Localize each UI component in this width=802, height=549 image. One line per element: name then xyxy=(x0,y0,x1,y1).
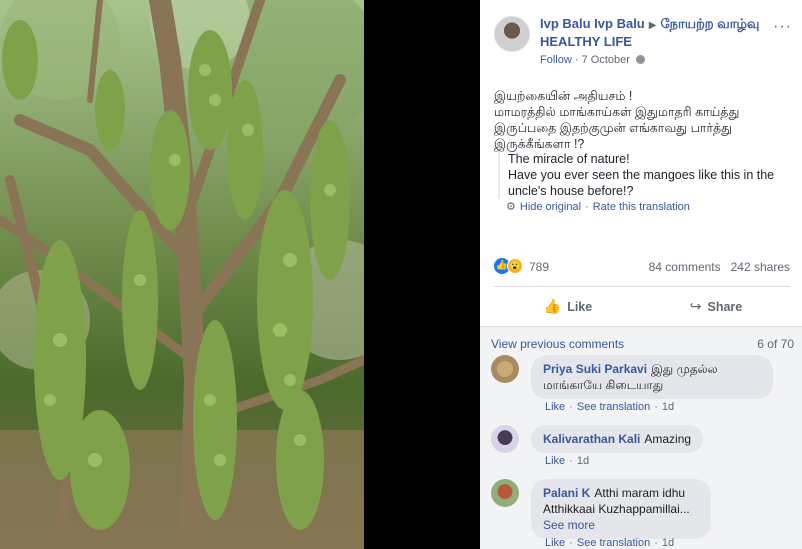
comment-text: Amazing xyxy=(644,432,692,446)
comment-actions: Like · 1d xyxy=(545,455,589,467)
post-translation: The miracle of nature! Have you ever see… xyxy=(498,151,794,199)
comment-bubble: Kalivarathan Kali Amazing xyxy=(531,425,704,453)
hide-original-link[interactable]: Hide original xyxy=(520,201,581,213)
shares-count-link[interactable]: 242 shares xyxy=(731,260,790,274)
separator-dot: · xyxy=(654,537,658,549)
view-previous-comments-link[interactable]: View previous comments xyxy=(491,337,624,351)
post-actions: 👍 Like ↪ Share xyxy=(494,292,790,320)
stats-right: 84 comments 242 shares xyxy=(649,260,790,274)
comments-count-link[interactable]: 84 comments xyxy=(649,260,721,274)
post-text-line: இயற்கையின் அதியசம் ! xyxy=(494,89,633,103)
post-title: Ivp Balu Ivp Balu ▶ நோயற்ற வாழ்வு HEALTHY … xyxy=(540,16,790,50)
author-avatar[interactable] xyxy=(494,16,530,52)
translation-actions: ⚙ Hide original · Rate this translation xyxy=(506,200,690,213)
avatar[interactable] xyxy=(491,425,519,453)
comment-like-link[interactable]: Like xyxy=(545,401,565,413)
post-photo[interactable] xyxy=(0,0,364,549)
globe-icon xyxy=(635,55,645,64)
post-header: Ivp Balu Ivp Balu ▶ நோயற்ற வாழ்வு HEALTHY … xyxy=(494,14,794,70)
gear-icon[interactable]: ⚙ xyxy=(506,201,516,213)
like-button[interactable]: 👍 Like xyxy=(494,292,642,320)
post-meta: Follow · 7 October xyxy=(540,54,645,66)
comment-time[interactable]: 1d xyxy=(662,537,674,549)
post-body: இயற்கையின் அதியசம் ! மாமரத்தில் மாங்காய்… xyxy=(494,88,794,152)
photo-letterbox xyxy=(364,0,480,549)
reaction-count[interactable]: 789 xyxy=(529,260,549,274)
comment-like-link[interactable]: Like xyxy=(545,455,565,467)
comments-section: View previous comments 6 of 70 Priya Suk… xyxy=(480,326,802,549)
comment-actions: Like · See translation · 1d xyxy=(545,537,674,549)
see-more-link[interactable]: See more xyxy=(543,518,595,532)
meta-separator: · xyxy=(574,54,582,66)
separator-dot: · xyxy=(585,201,589,213)
avatar[interactable] xyxy=(491,355,519,383)
caret-right-icon: ▶ xyxy=(648,20,657,31)
separator-dot: · xyxy=(654,401,658,413)
translation-line: Have you ever seen the mangoes like this… xyxy=(508,168,775,198)
commenter-name[interactable]: Palani K xyxy=(543,486,590,500)
post-text-line: மாமரத்தில் மாங்காய்கள் இதுமாதரி காய்த்து… xyxy=(494,105,740,151)
thumbs-up-icon: 👍 xyxy=(543,298,562,314)
share-button-label: Share xyxy=(707,300,743,314)
see-translation-link[interactable]: See translation xyxy=(577,401,650,413)
comment-time[interactable]: 1d xyxy=(577,455,589,467)
comment-like-link[interactable]: Like xyxy=(545,537,565,549)
separator-dot: · xyxy=(569,537,573,549)
avatar[interactable] xyxy=(491,479,519,507)
comments-counter: 6 of 70 xyxy=(757,337,794,351)
commenter-name[interactable]: Kalivarathan Kali xyxy=(543,432,640,446)
comment-time[interactable]: 1d xyxy=(662,401,674,413)
tree-photo-illustration xyxy=(0,0,364,549)
follow-link[interactable]: Follow xyxy=(540,54,572,66)
author-name-link[interactable]: Ivp Balu Ivp Balu xyxy=(540,16,645,31)
divider xyxy=(494,286,790,287)
post-side-panel: Ivp Balu Ivp Balu ▶ நோயற்ற வாழ்வு HEALTHY … xyxy=(480,0,802,549)
translation-line: The miracle of nature! xyxy=(508,152,630,166)
comment-actions: Like · See translation · 1d xyxy=(545,401,674,413)
like-button-label: Like xyxy=(567,300,593,314)
wow-reaction-icon[interactable]: 😮 xyxy=(507,258,523,274)
comment-bubble: Priya Suki Parkavi இது முதல்ல மாங்காயே கி… xyxy=(531,355,773,399)
post-stats: 👍 😮 789 84 comments 242 shares xyxy=(494,258,790,276)
commenter-name[interactable]: Priya Suki Parkavi xyxy=(543,362,647,376)
share-arrow-icon: ↪ xyxy=(689,298,702,314)
see-translation-link[interactable]: See translation xyxy=(577,537,650,549)
comment-bubble: Palani K Atthi maram idhu Atthikkaai Kuzh… xyxy=(531,479,711,539)
separator-dot: · xyxy=(569,401,573,413)
post-date[interactable]: 7 October xyxy=(582,54,630,66)
more-options-button[interactable]: ··· xyxy=(773,18,792,36)
share-button[interactable]: ↪ Share xyxy=(642,292,790,320)
rate-translation-link[interactable]: Rate this translation xyxy=(593,201,690,213)
separator-dot: · xyxy=(569,455,573,467)
